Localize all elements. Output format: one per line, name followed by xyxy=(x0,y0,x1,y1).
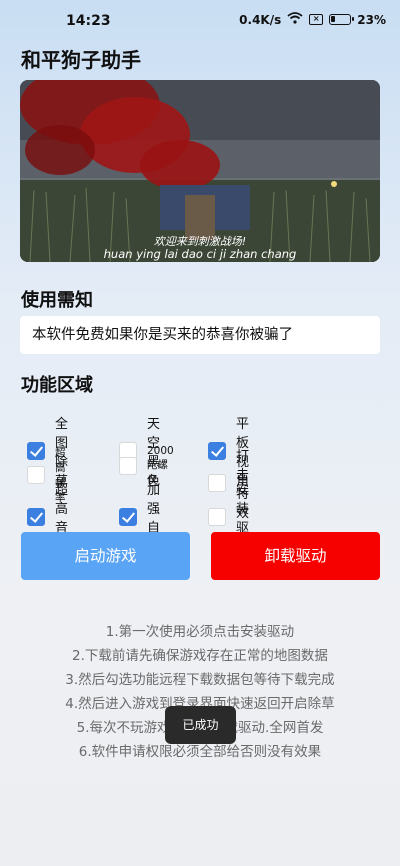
app-title: 和平狗子助手 xyxy=(21,48,141,72)
no-sim-icon: × xyxy=(309,14,324,25)
banner-image: 欢迎来到刺激战场! huan ying lai dao ci ji zhan c… xyxy=(20,80,380,262)
instruction-line: 1.第一次使用必须点击安装驱动 xyxy=(105,624,295,640)
battery-level: 23% xyxy=(357,12,386,27)
status-time: 14:23 xyxy=(66,13,111,29)
instruction-line: 3.然后勾选功能远程下载数据包等待下载完成 xyxy=(65,672,335,688)
banner-caption-pinyin: huan ying lai dao ci ji zhan chang xyxy=(103,247,297,261)
start-game-button[interactable]: 启动游戏 xyxy=(21,532,190,580)
checkbox-checked[interactable] xyxy=(119,508,137,526)
checkbox-unchecked[interactable] xyxy=(208,508,226,526)
network-speed: 0.4K/s xyxy=(239,12,282,27)
wifi-icon xyxy=(287,12,303,27)
notice-title: 使用需知 xyxy=(21,290,93,311)
uninstall-driver-button[interactable]: 卸载驱动 xyxy=(211,532,380,580)
checkbox-unchecked[interactable] xyxy=(119,457,137,475)
features-title: 功能区域 xyxy=(21,375,93,396)
success-toast: 已成功 xyxy=(165,706,236,744)
instruction-line: 2.下载前请先确保游戏存在正常的地图数据 xyxy=(72,648,328,664)
battery-icon xyxy=(329,14,355,25)
checkbox-checked[interactable] xyxy=(27,508,45,526)
status-bar: 14:23 0.4K/s × 23% xyxy=(0,0,400,36)
status-icons: 0.4K/s × 23% xyxy=(239,12,386,27)
notice-text: 本软件免费如果你是买来的恭喜你被骗了 xyxy=(20,316,380,354)
